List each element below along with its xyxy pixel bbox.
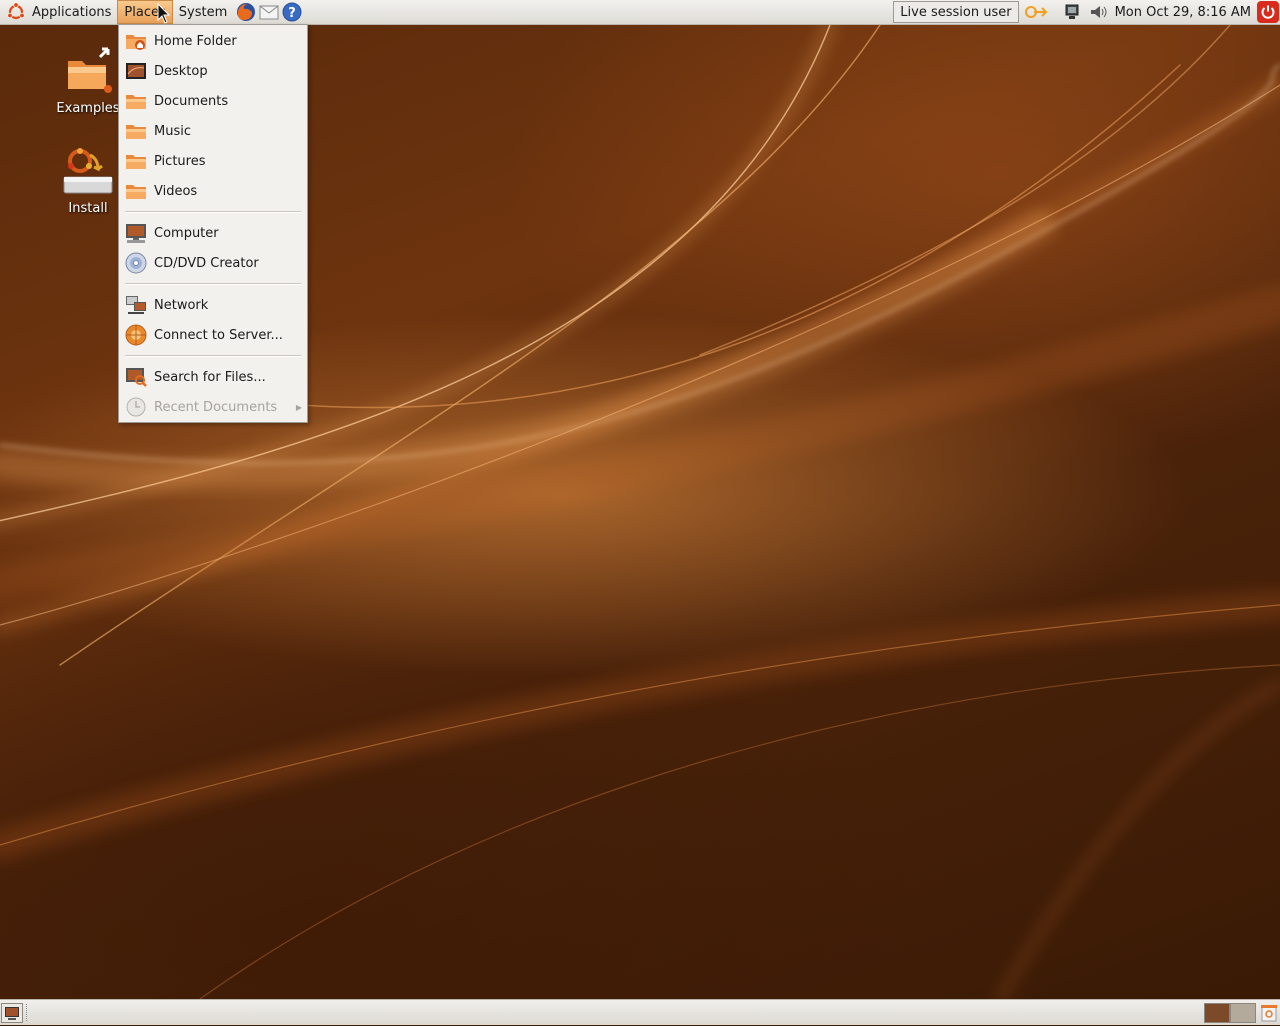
menu-item-label: Home Folder xyxy=(154,33,237,49)
menu-item-label: Documents xyxy=(154,93,229,109)
menu-item-computer[interactable]: Computer xyxy=(119,218,307,248)
ubuntu-logo-icon[interactable] xyxy=(6,2,26,22)
show-desktop-icon xyxy=(5,1007,19,1020)
trash-icon[interactable] xyxy=(1259,1002,1279,1022)
update-notifier[interactable] xyxy=(1023,3,1049,21)
updates-icon xyxy=(1024,6,1048,18)
session-user-indicator[interactable]: Live session user xyxy=(893,1,1019,23)
places-menu: Home Folder Desktop Documents Music Pict… xyxy=(118,24,308,423)
menu-item-label: Pictures xyxy=(154,153,206,169)
panel-handle[interactable] xyxy=(26,1004,29,1021)
system-menu[interactable]: System xyxy=(173,0,233,24)
search-icon xyxy=(125,366,147,388)
speaker-icon xyxy=(1090,6,1107,18)
menu-item-home-folder[interactable]: Home Folder xyxy=(119,26,307,56)
network-monitor-icon xyxy=(1065,4,1079,19)
menu-item-music[interactable]: Music xyxy=(119,116,307,146)
bottom-panel xyxy=(0,999,1280,1025)
menu-separator xyxy=(125,283,301,285)
folder-icon xyxy=(125,90,147,112)
power-icon xyxy=(1261,5,1275,19)
menu-item-label: CD/DVD Creator xyxy=(154,255,259,271)
menu-item-documents[interactable]: Documents xyxy=(119,86,307,116)
top-panel: Applications Places System ? Live sessio… xyxy=(0,0,1280,25)
menu-separator xyxy=(125,211,301,213)
help-icon: ? xyxy=(282,2,302,22)
menu-separator xyxy=(125,355,301,357)
workspace-2[interactable] xyxy=(1230,1003,1256,1023)
install-drive-icon xyxy=(62,147,114,199)
cd-icon xyxy=(125,252,147,274)
menu-item-label: Computer xyxy=(154,225,219,241)
menu-item-videos[interactable]: Videos xyxy=(119,176,307,206)
clock-icon xyxy=(125,396,147,418)
mail-launcher[interactable] xyxy=(259,2,279,22)
firefox-launcher[interactable] xyxy=(236,2,256,22)
network-icon xyxy=(125,294,147,316)
menu-item-network[interactable]: Network xyxy=(119,290,307,320)
applications-menu[interactable]: Applications xyxy=(26,0,117,24)
svg-text:?: ? xyxy=(288,6,296,21)
clock[interactable]: Mon Oct 29, 8:16 AM xyxy=(1111,5,1255,20)
computer-icon xyxy=(125,222,147,244)
server-icon xyxy=(125,324,147,346)
examples-folder-icon xyxy=(62,47,114,99)
folder-icon xyxy=(125,180,147,202)
menu-item-label: Music xyxy=(154,123,191,139)
menu-item-connect-to-server[interactable]: Connect to Server... xyxy=(119,320,307,350)
desktop-icon xyxy=(125,60,147,82)
workspace-1[interactable] xyxy=(1204,1003,1230,1023)
menu-item-label: Connect to Server... xyxy=(154,327,283,343)
show-desktop-button[interactable] xyxy=(1,1003,23,1023)
menu-item-pictures[interactable]: Pictures xyxy=(119,146,307,176)
folder-icon xyxy=(125,150,147,172)
menu-item-desktop[interactable]: Desktop xyxy=(119,56,307,86)
envelope-icon xyxy=(259,5,279,20)
menu-item-search-for-files[interactable]: Search for Files... xyxy=(119,362,307,392)
menu-item-label: Network xyxy=(154,297,209,313)
network-status[interactable] xyxy=(1063,3,1081,21)
menu-item-label: Videos xyxy=(154,183,198,199)
menu-item-cd-dvd-creator[interactable]: CD/DVD Creator xyxy=(119,248,307,278)
submenu-arrow-icon: ▶ xyxy=(295,402,302,412)
firefox-icon xyxy=(237,3,256,21)
folder-icon xyxy=(125,120,147,142)
menu-item-label: Search for Files... xyxy=(154,369,266,385)
shutdown-button[interactable] xyxy=(1257,1,1279,23)
volume-control[interactable] xyxy=(1089,3,1107,21)
menu-item-recent-documents[interactable]: Recent Documents ▶ xyxy=(119,392,307,422)
home-folder-icon xyxy=(125,30,147,52)
mouse-cursor-icon xyxy=(157,3,171,24)
help-launcher[interactable]: ? xyxy=(282,2,302,22)
menu-item-label: Desktop xyxy=(154,63,208,79)
menu-item-label: Recent Documents xyxy=(154,399,278,415)
